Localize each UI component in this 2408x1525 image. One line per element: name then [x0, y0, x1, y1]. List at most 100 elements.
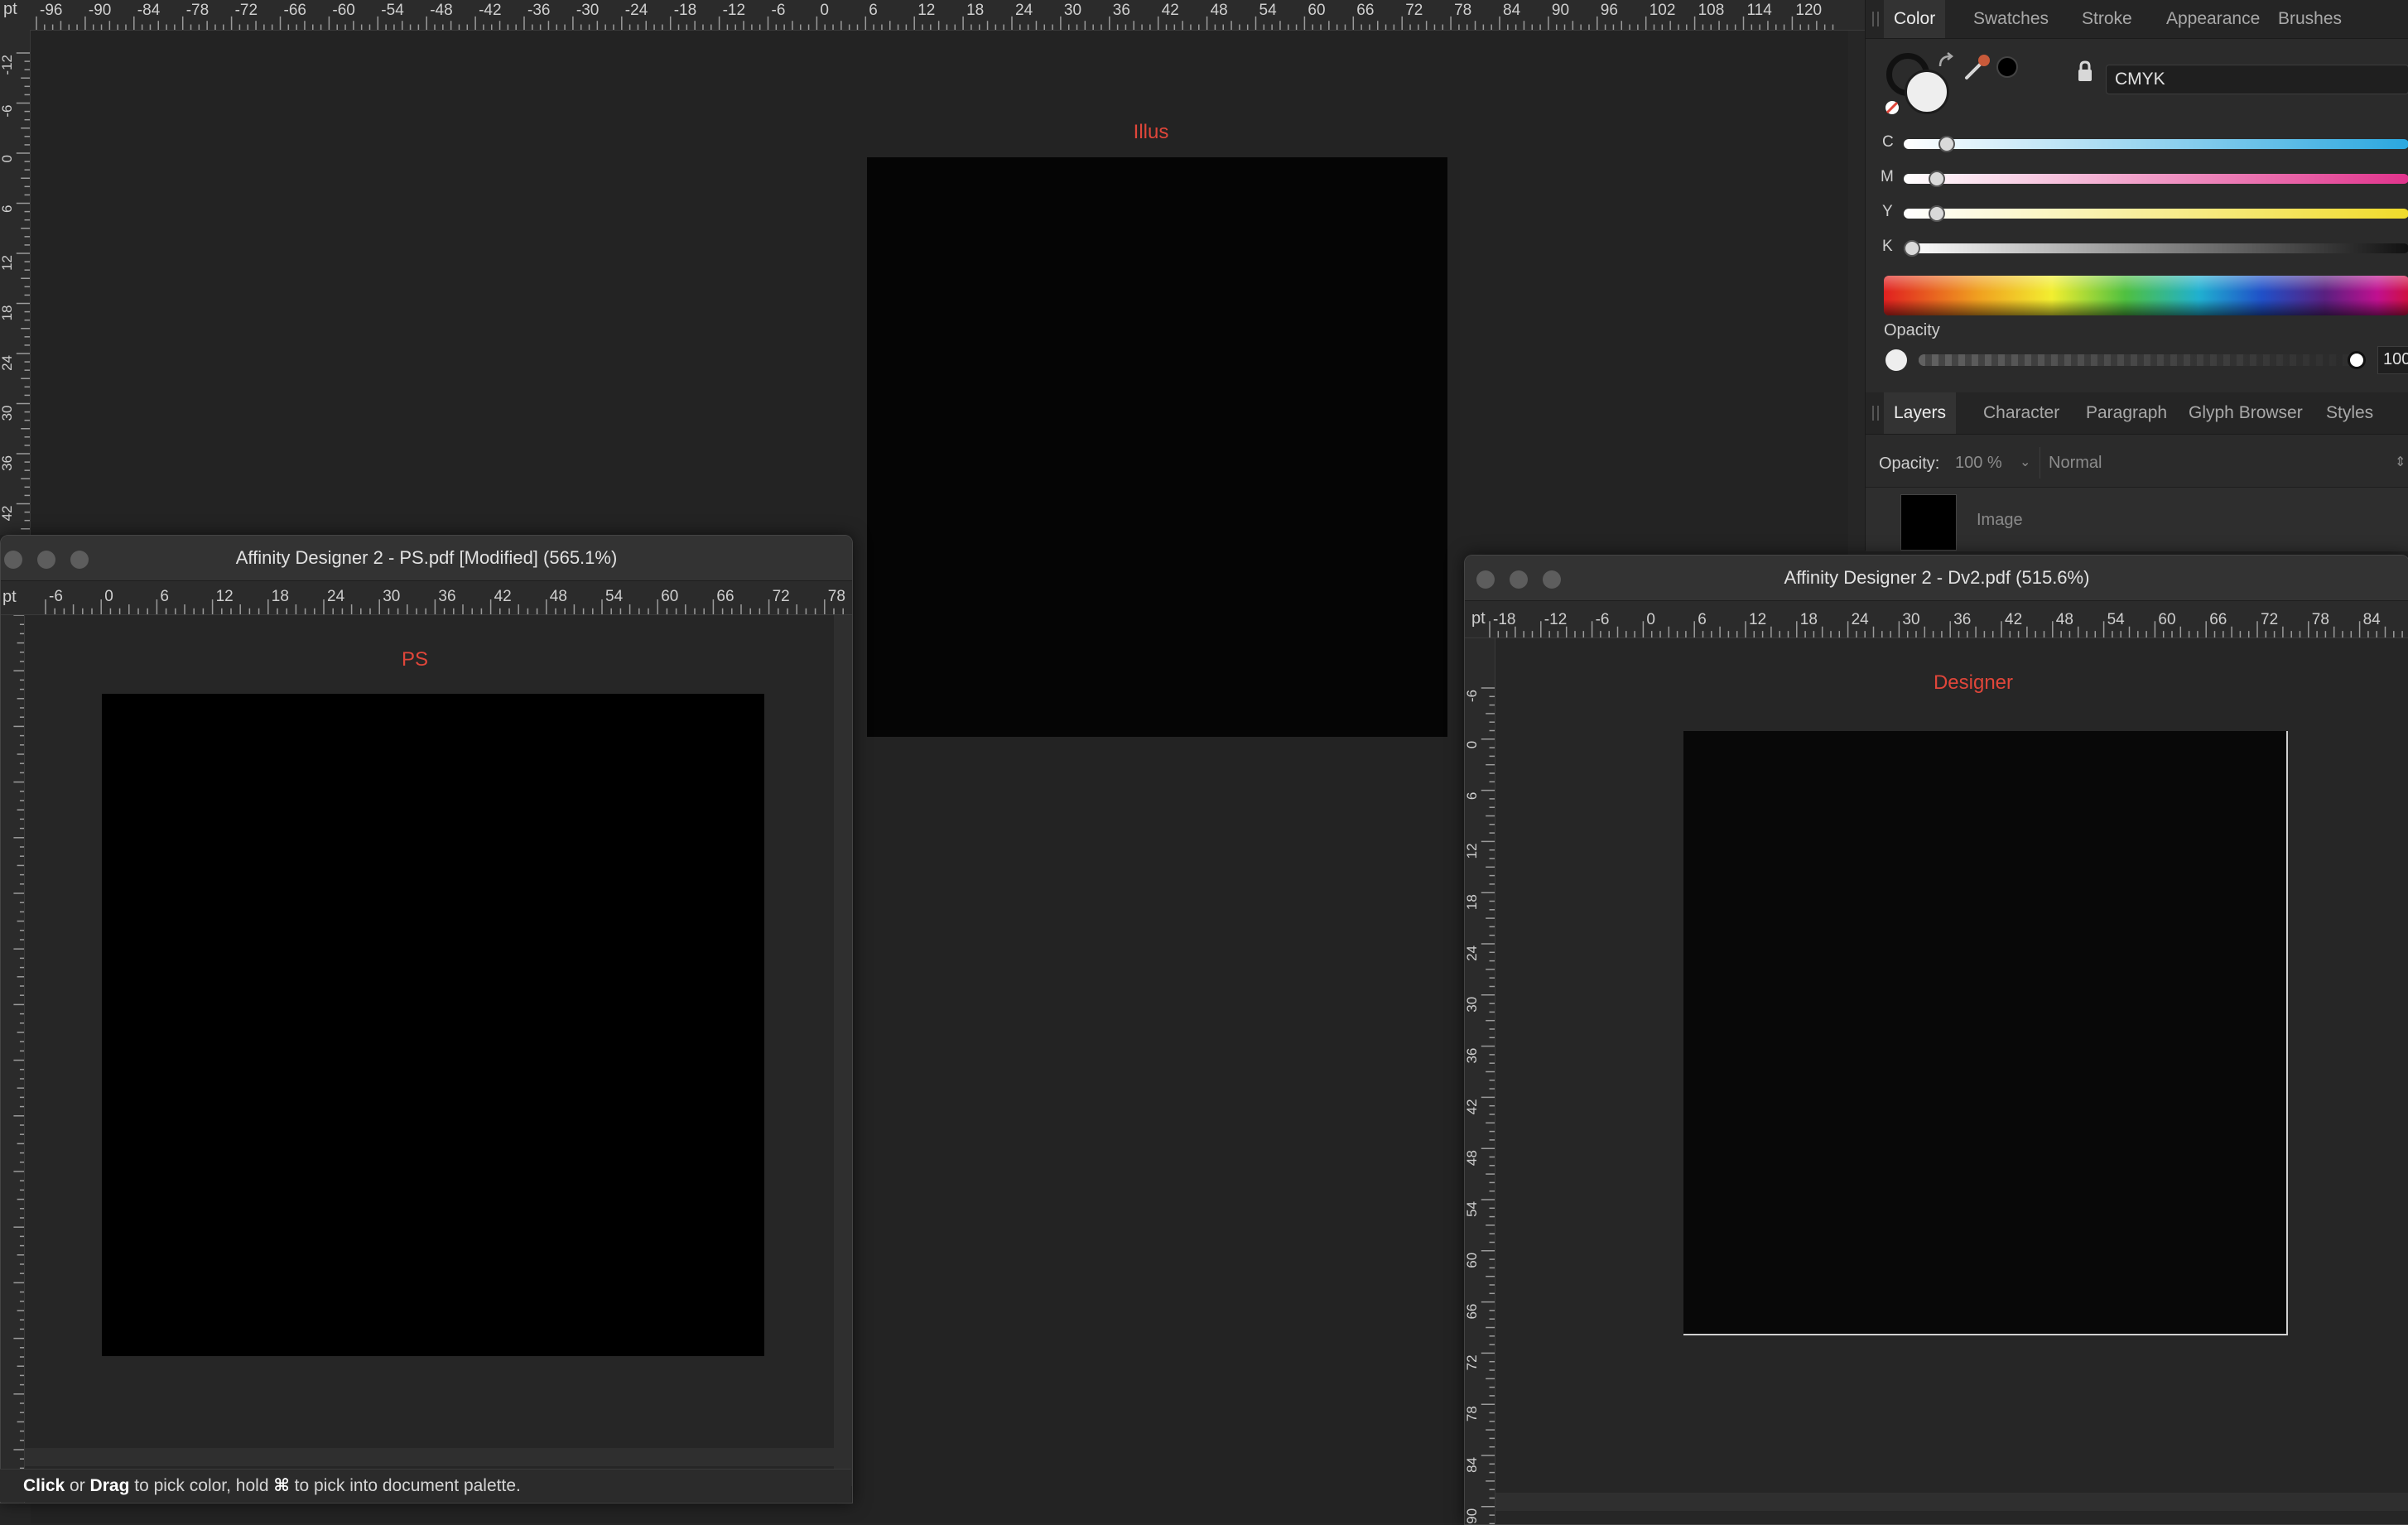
- spectrum-shade: [1884, 276, 2408, 315]
- main-ruler-left-ticks: -12 -6 0 6 12 18 24 30 36 42: [0, 52, 30, 530]
- opacity-slider-knob[interactable]: [2348, 351, 2366, 369]
- panel-grip-icon[interactable]: [1872, 12, 1879, 26]
- ruler-tick-label: 42: [494, 588, 512, 605]
- color-picker-icon[interactable]: [1963, 53, 1991, 81]
- ruler-tick-label: 12: [1465, 843, 1480, 859]
- opacity-swatch: [1885, 349, 1907, 371]
- no-color-icon[interactable]: [1884, 99, 1900, 116]
- ruler-tick-label: 54: [1465, 1201, 1480, 1217]
- slider-knob-k[interactable]: [1904, 240, 1920, 257]
- status-hint-text-1: or: [65, 1476, 90, 1495]
- swap-colors-icon[interactable]: [1937, 51, 1958, 73]
- slider-knob-m[interactable]: [1929, 171, 1945, 187]
- ruler-tick-label: 24: [1852, 611, 1870, 628]
- ruler-tick-label: 36: [1465, 1048, 1480, 1064]
- slider-knob-c[interactable]: [1938, 136, 1955, 152]
- ruler-tick-label: 0: [820, 2, 829, 19]
- main-ruler-left[interactable]: -12 -6 0 6 12 18 24 30 36 42: [0, 30, 31, 535]
- tab-styles[interactable]: Styles: [2316, 392, 2383, 434]
- dv2-horizontal-scrollbar[interactable]: [1495, 1493, 2408, 1511]
- layer-row[interactable]: Image: [1866, 487, 2408, 551]
- ruler-tick-label: 6: [869, 2, 878, 19]
- ruler-tick-label: -30: [576, 2, 599, 19]
- ruler-tick-label: 36: [1113, 2, 1130, 19]
- ruler-tick-label: 78: [1454, 2, 1471, 19]
- slider-c[interactable]: [1904, 139, 2408, 149]
- ruler-tick-label: 30: [1465, 997, 1480, 1013]
- tab-glyph-browser[interactable]: Glyph Browser: [2179, 392, 2313, 434]
- ruler-tick-label: 78: [828, 588, 845, 605]
- ruler-tick-label: -48: [430, 2, 452, 19]
- channel-label-k: K: [1882, 238, 1893, 255]
- ruler-tick-label: -42: [479, 2, 501, 19]
- picked-color-swatch[interactable]: [1996, 56, 2018, 78]
- ruler-tick-label: 60: [2158, 611, 2175, 628]
- ps-ruler-left[interactable]: [1, 615, 25, 1503]
- main-ruler-top[interactable]: pt -96 -90 -84 -78 -72 -66 -60 -54 -48 -42 -36 -30-…: [0, 0, 1865, 31]
- color-panel-tabbar: Color Swatches Stroke Appearance Brushes: [1866, 0, 2408, 39]
- dv2-ruler-left[interactable]: -6 0 6 12 18 24 30 36 42 48 54 60 66 72 78 84 90: [1465, 638, 1495, 1524]
- slider-knob-y[interactable]: [1929, 205, 1945, 222]
- tab-appearance[interactable]: Appearance: [2156, 0, 2270, 38]
- ps-ruler-top[interactable]: pt -6 0 6 12 18 24 30 36 42 48 54 60 66 72 78: [1, 581, 852, 615]
- ruler-tick-label: 36: [1953, 611, 1971, 628]
- opacity-label: Opacity: [1884, 321, 1940, 339]
- main-ruler-top-ticks: -96 -90 -84 -78 -72 -66 -60 -54 -48 -42 -36 -30 -24-…: [36, 2, 1834, 30]
- tab-character[interactable]: Character: [1973, 392, 2069, 434]
- color-model-select[interactable]: CMYK: [2106, 65, 2408, 94]
- ruler-tick-label: 66: [2209, 611, 2227, 628]
- ruler-tick-label: 48: [1465, 1150, 1480, 1166]
- layer-opacity-field[interactable]: 100 % ⌄: [1948, 447, 2031, 479]
- ruler-tick-label: 72: [1465, 1354, 1480, 1370]
- opacity-value-field[interactable]: 100: [2377, 346, 2408, 374]
- dv2-ruler-top[interactable]: pt -18 -12 -6 0 6 12 18 24 30 36 42 48 54 60 66 72 78 84: [1465, 601, 2408, 638]
- ruler-tick-label: 6: [1698, 611, 1707, 628]
- panel-grip-icon[interactable]: [1872, 406, 1879, 421]
- artboard-label-ps: PS: [401, 648, 428, 671]
- slider-k[interactable]: [1904, 243, 2408, 253]
- tab-brushes[interactable]: Brushes: [2268, 0, 2352, 38]
- ruler-tick-label: 30: [383, 588, 400, 605]
- tab-swatches[interactable]: Swatches: [1963, 0, 2059, 38]
- slider-m[interactable]: [1904, 174, 2408, 184]
- channel-label-y: Y: [1882, 203, 1893, 220]
- ruler-tick-label: 42: [0, 506, 15, 522]
- ps-horizontal-scrollbar[interactable]: [25, 1448, 834, 1466]
- tab-color[interactable]: Color: [1884, 0, 1946, 38]
- fill-swatch[interactable]: [1905, 70, 1949, 114]
- lock-icon[interactable]: [2076, 60, 2094, 83]
- ps-vertical-scrollbar[interactable]: [834, 615, 852, 1486]
- blend-mode-select[interactable]: Normal ⇕: [2040, 447, 2408, 479]
- artboard-designer[interactable]: [1683, 731, 2288, 1335]
- tab-paragraph[interactable]: Paragraph: [2076, 392, 2177, 434]
- ruler-tick-label: 96: [1601, 2, 1618, 19]
- tab-stroke[interactable]: Stroke: [2072, 0, 2142, 38]
- tab-layers[interactable]: Layers: [1884, 392, 1957, 434]
- ruler-tick-label: -78: [186, 2, 209, 19]
- ruler-tick-label: 24: [1015, 2, 1033, 19]
- dv2-ruler-top-ticks: -18 -12 -6 0 6 12 18 24 30 36 42 48 54 60 66 72 78 84: [1489, 611, 2403, 637]
- ruler-tick-label: 18: [1465, 894, 1480, 910]
- window-titlebar-dv2[interactable]: Affinity Designer 2 - Dv2.pdf (515.6%): [1465, 556, 2408, 601]
- ruler-tick-label: -72: [235, 2, 258, 19]
- artboard-ps[interactable]: [102, 694, 764, 1356]
- artboard-illus[interactable]: [867, 157, 1447, 737]
- document-window-ps[interactable]: Affinity Designer 2 - PS.pdf [Modified] …: [0, 535, 853, 1503]
- status-bar: Click or Drag to pick color, hold ⌘ to p…: [0, 1469, 851, 1502]
- ruler-tick-label: -96: [40, 2, 62, 19]
- ruler-tick-label: -90: [89, 2, 111, 19]
- layer-thumbnail: [1900, 494, 1957, 551]
- ruler-tick-label: 54: [1259, 2, 1278, 19]
- status-hint-text-2: to pick color, hold: [129, 1476, 274, 1495]
- ruler-tick-label: 30: [1064, 2, 1081, 19]
- slider-y[interactable]: [1904, 209, 2408, 219]
- ruler-tick-label: -6: [0, 105, 15, 118]
- ruler-tick-label: 36: [438, 588, 455, 605]
- document-window-dv2[interactable]: Affinity Designer 2 - Dv2.pdf (515.6%) p…: [1464, 555, 2408, 1525]
- ruler-tick-label: -6: [49, 588, 63, 605]
- chevron-down-icon: ⌄: [2020, 455, 2031, 469]
- ruler-tick-label: -36: [527, 2, 550, 19]
- ruler-tick-label: 60: [1308, 2, 1325, 19]
- ruler-tick-label: 84: [2363, 611, 2382, 628]
- window-titlebar-ps[interactable]: Affinity Designer 2 - PS.pdf [Modified] …: [1, 536, 852, 581]
